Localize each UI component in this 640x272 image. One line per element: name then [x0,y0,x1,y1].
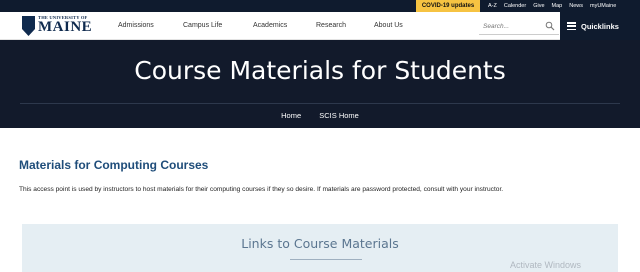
utility-link-give[interactable]: Give [533,0,544,12]
nav-item-research[interactable]: Research [316,12,346,40]
utility-link-map[interactable]: Map [552,0,563,12]
utility-bar: COVID-19 updates A-Z Calender Give Map N… [0,0,640,12]
breadcrumb-home[interactable]: Home [281,111,301,120]
utility-link-news[interactable]: News [569,0,583,12]
quicklinks-label: Quicklinks [581,21,619,31]
shield-icon [22,16,35,36]
breadcrumb: Home SCIS Home [0,111,640,120]
search-input[interactable] [483,19,541,33]
hero-divider [20,103,620,104]
panel-divider [290,259,362,260]
utility-link-a-z[interactable]: A-Z [488,0,497,12]
utility-link-myumaine[interactable]: myUMaine [590,0,616,12]
search-box [479,17,559,35]
panel-heading: Links to Course Materials [241,236,399,251]
search-icon[interactable] [545,21,555,31]
page-title: Course Materials for Students [134,56,506,85]
hero-banner: Course Materials for Students Home SCIS … [0,40,640,128]
main-nav: THE UNIVERSITY OF MAINE Admissions Campu… [0,12,640,40]
utility-link-calendar[interactable]: Calender [504,0,526,12]
intro-paragraph: This access point is used by instructors… [19,186,504,193]
activate-windows-watermark: Activate Windows [510,260,582,270]
nav-item-campus-life[interactable]: Campus Life [183,12,222,40]
logo-wordmark: MAINE [38,19,93,35]
section-heading: Materials for Computing Courses [19,158,209,172]
quicklinks-button[interactable]: Quicklinks [560,12,640,40]
university-logo[interactable]: THE UNIVERSITY OF MAINE [22,15,104,39]
nav-item-academics[interactable]: Academics [253,12,287,40]
covid-updates-link[interactable]: COVID-19 updates [416,0,480,12]
hamburger-icon [567,22,576,30]
utility-links: A-Z Calender Give Map News myUMaine [488,0,616,12]
nav-item-about-us[interactable]: About Us [374,12,403,40]
nav-item-admissions[interactable]: Admissions [118,12,154,40]
breadcrumb-scis-home[interactable]: SCIS Home [319,111,359,120]
